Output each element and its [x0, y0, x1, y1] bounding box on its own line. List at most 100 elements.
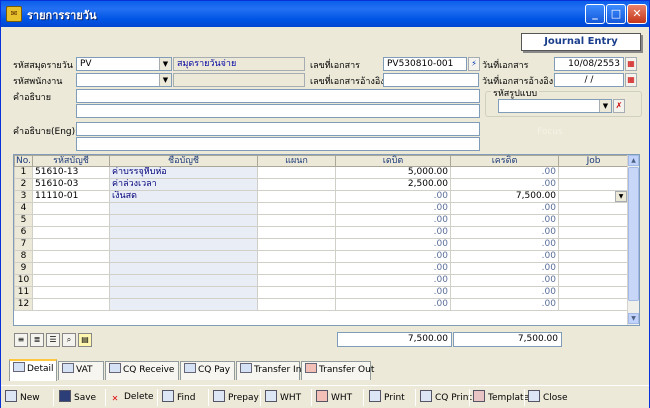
close-form-button[interactable]: Close [528, 390, 568, 405]
debit-cell[interactable]: .00 [335, 190, 451, 203]
debit-cell[interactable]: .00 [335, 214, 451, 227]
desc-input-2[interactable] [76, 104, 480, 118]
cq-print-button[interactable]: CQ Print [420, 390, 472, 405]
job-cell[interactable] [558, 226, 629, 239]
account-name-cell[interactable] [109, 262, 258, 275]
account-code-cell[interactable]: 51610-03 [32, 178, 110, 191]
table-row[interactable]: 1 51610-13 ค่าบรรจุหีบห่อ 5,000.00.00 [14, 166, 629, 179]
credit-cell[interactable]: .00 [450, 178, 559, 191]
credit-cell[interactable]: .00 [450, 250, 559, 263]
table-row[interactable]: 10 .00.00 [14, 274, 629, 287]
debit-cell[interactable]: .00 [335, 238, 451, 251]
account-name-cell[interactable] [109, 226, 258, 239]
account-code-cell[interactable] [32, 202, 110, 215]
department-cell[interactable] [257, 214, 336, 227]
desc-eng-input-2[interactable] [76, 137, 480, 151]
credit-cell[interactable]: .00 [450, 214, 559, 227]
account-code-cell[interactable] [32, 250, 110, 263]
department-cell[interactable] [257, 298, 336, 311]
department-cell[interactable] [257, 226, 336, 239]
tab-vat[interactable]: VAT [58, 361, 104, 380]
ref-date-input[interactable]: / / [554, 73, 624, 87]
account-code-cell[interactable] [32, 238, 110, 251]
debit-cell[interactable]: .00 [335, 262, 451, 275]
job-cell[interactable] [558, 286, 629, 299]
chevron-down-icon[interactable]: ▼ [615, 191, 627, 202]
department-cell[interactable] [257, 274, 336, 287]
account-code-cell[interactable] [32, 226, 110, 239]
account-code-cell[interactable]: 11110-01 [32, 190, 110, 203]
credit-cell[interactable]: .00 [450, 298, 559, 311]
department-cell[interactable] [257, 202, 336, 215]
account-code-cell[interactable] [32, 262, 110, 275]
account-name-cell[interactable] [109, 250, 258, 263]
account-name-cell[interactable]: ค่าล่วงเวลา [109, 178, 258, 191]
debit-cell[interactable]: .00 [335, 286, 451, 299]
job-cell[interactable] [558, 178, 629, 191]
job-cell[interactable] [558, 274, 629, 287]
table-row[interactable]: 8 .00.00 [14, 250, 629, 263]
minimize-button[interactable]: _ [585, 4, 605, 24]
tab-cq-pay[interactable]: CQ Pay [180, 361, 235, 380]
chevron-down-icon[interactable]: ▼ [159, 74, 171, 86]
table-row[interactable]: 7 .00.00 [14, 238, 629, 251]
col-account-name[interactable]: ชื่อบัญชี [109, 155, 258, 167]
ref-doc-input[interactable] [383, 73, 479, 87]
close-button[interactable]: ✕ [627, 4, 647, 24]
scroll-up-icon[interactable]: ▲ [628, 155, 639, 166]
tab-transfer-in[interactable]: Transfer In [236, 361, 301, 380]
search-row-icon[interactable]: ⌕ [62, 333, 76, 347]
delete-row-icon[interactable]: ☰ [46, 333, 60, 347]
department-cell[interactable] [257, 178, 336, 191]
table-row[interactable]: 6 .00.00 [14, 226, 629, 239]
scroll-down-icon[interactable]: ▼ [628, 313, 639, 324]
account-name-cell[interactable] [109, 274, 258, 287]
form-code-select[interactable]: ▼ [498, 99, 612, 113]
credit-cell[interactable]: .00 [450, 226, 559, 239]
department-cell[interactable] [257, 166, 336, 179]
col-account-code[interactable]: รหัสบัญชี [32, 155, 110, 167]
credit-cell[interactable]: .00 [450, 262, 559, 275]
scroll-thumb[interactable] [628, 167, 639, 301]
department-cell[interactable] [257, 238, 336, 251]
col-job[interactable]: Job [558, 155, 629, 167]
app-icon[interactable]: ✉ [6, 6, 22, 22]
journal-code-select[interactable]: PV ▼ [76, 57, 172, 71]
department-cell[interactable] [257, 286, 336, 299]
table-row[interactable]: 2 51610-03 ค่าล่วงเวลา 2,500.00.00 [14, 178, 629, 191]
job-cell[interactable] [558, 202, 629, 215]
new-button[interactable]: New [5, 390, 40, 405]
table-row[interactable]: 12 .00.00 [14, 298, 629, 311]
account-name-cell[interactable] [109, 238, 258, 251]
run-number-icon[interactable]: ⚡ [468, 57, 480, 71]
job-cell[interactable] [558, 298, 629, 311]
grid-scrollbar[interactable]: ▲ ▼ [627, 155, 639, 325]
calendar-icon[interactable]: ▦ [625, 57, 637, 71]
job-cell[interactable] [558, 238, 629, 251]
debit-cell[interactable]: .00 [335, 298, 451, 311]
chevron-down-icon[interactable]: ▼ [599, 100, 611, 112]
tab-detail[interactable]: Detail [9, 359, 57, 381]
credit-cell[interactable]: 7,500.00 [450, 190, 559, 203]
debit-cell[interactable]: .00 [335, 250, 451, 263]
delete-button[interactable]: ✕ Delete [109, 390, 154, 406]
department-cell[interactable] [257, 250, 336, 263]
account-code-cell[interactable] [32, 214, 110, 227]
credit-cell[interactable]: .00 [450, 238, 559, 251]
tab-cq-receive[interactable]: CQ Receive [105, 361, 179, 380]
desc-input-1[interactable] [76, 89, 480, 103]
template-button[interactable]: Template [473, 390, 529, 405]
find-button[interactable]: Find [162, 390, 195, 405]
save-button[interactable]: Save [59, 390, 96, 405]
account-code-cell[interactable] [32, 286, 110, 299]
table-row[interactable]: 9 .00.00 [14, 262, 629, 275]
employee-select[interactable]: ▼ [76, 73, 172, 87]
clear-icon[interactable]: ✗ [613, 99, 625, 113]
debit-cell[interactable]: .00 [335, 202, 451, 215]
print-button[interactable]: Print [369, 390, 405, 405]
wht-button[interactable]: WHT [265, 390, 301, 405]
table-row[interactable]: 11 .00.00 [14, 286, 629, 299]
account-name-cell[interactable] [109, 298, 258, 311]
credit-cell[interactable]: .00 [450, 202, 559, 215]
job-cell[interactable] [558, 250, 629, 263]
